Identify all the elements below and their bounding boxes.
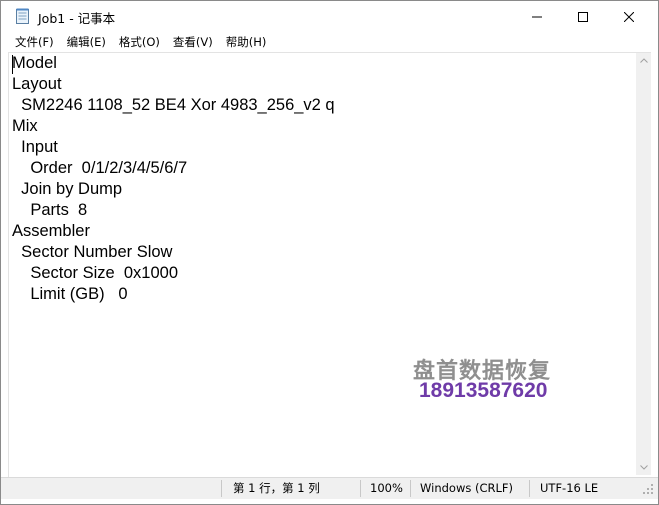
close-button[interactable] (606, 1, 652, 32)
resize-grip-icon[interactable] (641, 481, 655, 495)
status-bar: 第 1 行，第 1 列 100% Windows (CRLF) UTF-16 L… (1, 477, 658, 499)
minimize-icon (532, 16, 542, 17)
notepad-icon[interactable] (15, 8, 31, 25)
scroll-down-button[interactable] (636, 460, 651, 475)
text-line: Mix (12, 117, 38, 135)
status-line-ending: Windows (CRLF) (420, 481, 514, 495)
close-icon (624, 11, 634, 22)
scroll-up-button[interactable] (636, 53, 651, 68)
status-separator (410, 480, 411, 497)
menu-help[interactable]: 帮助(H) (220, 33, 274, 51)
menu-edit[interactable]: 编辑(E) (61, 33, 113, 51)
chevron-up-icon (639, 58, 648, 63)
text-line: Sector Number Slow (12, 243, 173, 261)
text-line: Order 0/1/2/3/4/5/6/7 (12, 159, 188, 177)
text-line: SM2246 1108_52 BE4 Xor 4983_256_v2 q (12, 96, 335, 114)
text-line: Join by Dump (12, 180, 123, 198)
status-separator (360, 480, 361, 497)
text-line: Layout (12, 75, 62, 93)
chevron-down-icon (639, 465, 648, 470)
status-separator (529, 480, 530, 497)
menu-view[interactable]: 查看(V) (167, 33, 220, 51)
status-separator (221, 480, 222, 497)
text-line: Sector Size 0x1000 (12, 264, 179, 282)
title-bar[interactable]: Job1 - 记事本 (1, 1, 658, 32)
maximize-button[interactable] (560, 1, 606, 32)
text-line: Parts 8 (12, 201, 88, 219)
status-zoom: 100% (370, 481, 403, 495)
text-line: Input (12, 138, 58, 156)
notepad-window: Job1 - 记事本 文件(F) 编辑(E) 格式(O) 查看(V) 帮助(H)… (0, 0, 659, 505)
text-line: Assembler (12, 222, 90, 240)
watermark-phone: 18913587620 (419, 379, 548, 402)
status-cursor-position: 第 1 行，第 1 列 (233, 481, 320, 495)
status-encoding: UTF-16 LE (540, 481, 599, 495)
text-line: Limit (GB) 0 (12, 285, 128, 303)
window-title: Job1 - 记事本 (38, 11, 116, 26)
vertical-scrollbar[interactable] (636, 53, 651, 475)
menu-bar: 文件(F) 编辑(E) 格式(O) 查看(V) 帮助(H) (1, 32, 658, 52)
text-line: Model (12, 54, 57, 72)
menu-format[interactable]: 格式(O) (113, 33, 167, 51)
menu-file[interactable]: 文件(F) (9, 33, 61, 51)
minimize-button[interactable] (514, 1, 560, 32)
text-editor[interactable]: Model Layout SM2246 1108_52 BE4 Xor 4983… (9, 53, 636, 475)
maximize-icon (578, 11, 588, 22)
text-caret (12, 55, 13, 74)
